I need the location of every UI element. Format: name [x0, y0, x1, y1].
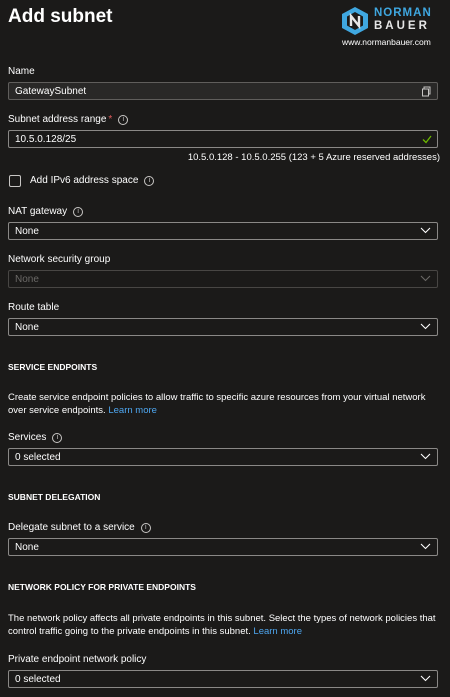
- info-icon[interactable]: i: [144, 176, 155, 186]
- logo-url: www.normanbauer.com: [342, 37, 431, 47]
- chevron-down-icon: [420, 675, 431, 682]
- private-endpoint-policy-label: Private endpoint network policy: [8, 654, 147, 665]
- name-value: GatewaySubnet: [15, 86, 87, 97]
- services-dropdown[interactable]: 0 selected: [8, 448, 438, 466]
- route-table-label: Route table: [8, 302, 60, 313]
- learn-more-link[interactable]: Learn more: [253, 626, 302, 637]
- logo-hexagon-icon: [342, 7, 368, 35]
- chevron-down-icon: [420, 543, 431, 550]
- chevron-down-icon: [420, 323, 431, 330]
- nsg-label: Network security group: [8, 254, 111, 265]
- chevron-down-icon: [420, 453, 431, 460]
- ipv6-label-text: Add IPv6 address space: [30, 175, 139, 186]
- nat-gateway-label: NAT gateway i: [8, 206, 84, 217]
- subnet-range-label-text: Subnet address range: [8, 114, 107, 125]
- subnet-range-value: 10.5.0.128/25: [15, 134, 77, 145]
- nsg-dropdown: None: [8, 270, 438, 288]
- route-table-value: None: [15, 322, 39, 333]
- services-label-text: Services: [8, 432, 47, 443]
- private-endpoints-description: The network policy affects all private e…: [8, 612, 444, 638]
- service-endpoints-description: Create service endpoint policies to allo…: [8, 391, 444, 417]
- copy-icon[interactable]: [421, 86, 432, 97]
- private-endpoint-policy-dropdown[interactable]: 0 selected: [8, 670, 438, 688]
- logo-line-1: NORMAN: [374, 7, 432, 19]
- private-endpoints-heading: NETWORK POLICY FOR PRIVATE ENDPOINTS: [8, 582, 196, 592]
- info-icon[interactable]: i: [118, 115, 129, 125]
- service-endpoints-heading: SERVICE ENDPOINTS: [8, 362, 98, 372]
- service-endpoints-description-text: Create service endpoint policies to allo…: [8, 392, 426, 416]
- learn-more-link[interactable]: Learn more: [108, 405, 157, 416]
- delegate-subnet-label: Delegate subnet to a service i: [8, 522, 151, 533]
- private-endpoint-policy-value: 0 selected: [15, 674, 61, 685]
- page-title: Add subnet: [8, 6, 113, 27]
- delegate-subnet-dropdown[interactable]: None: [8, 538, 438, 556]
- info-icon[interactable]: i: [52, 433, 63, 443]
- required-marker: *: [108, 114, 113, 125]
- services-value: 0 selected: [15, 452, 61, 463]
- delegate-subnet-label-text: Delegate subnet to a service: [8, 522, 135, 533]
- brand-logo: NORMAN BAUER www.normanbauer.com: [340, 4, 444, 48]
- name-field[interactable]: GatewaySubnet: [8, 82, 438, 100]
- info-icon[interactable]: i: [140, 523, 151, 533]
- name-label: Name: [8, 66, 35, 77]
- nat-gateway-value: None: [15, 226, 39, 237]
- subnet-range-hint: 10.5.0.128 - 10.5.0.255 (123 + 5 Azure r…: [187, 152, 440, 163]
- ipv6-checkbox-label[interactable]: Add IPv6 address space i: [30, 175, 155, 186]
- logo-line-2: BAUER: [374, 20, 430, 32]
- checkmark-icon: [422, 135, 432, 144]
- ipv6-checkbox[interactable]: [9, 175, 21, 187]
- nat-gateway-dropdown[interactable]: None: [8, 222, 438, 240]
- subnet-range-label: Subnet address range * i: [8, 114, 129, 125]
- private-endpoints-description-text: The network policy affects all private e…: [8, 613, 436, 637]
- delegate-subnet-value: None: [15, 542, 39, 553]
- info-icon[interactable]: i: [73, 207, 84, 217]
- services-label: Services i: [8, 432, 63, 443]
- route-table-dropdown[interactable]: None: [8, 318, 438, 336]
- subnet-range-input[interactable]: 10.5.0.128/25: [8, 130, 438, 148]
- subnet-delegation-heading: SUBNET DELEGATION: [8, 492, 101, 502]
- chevron-down-icon: [420, 275, 431, 282]
- chevron-down-icon: [420, 227, 431, 234]
- nat-gateway-label-text: NAT gateway: [8, 206, 68, 217]
- nsg-value: None: [15, 274, 39, 285]
